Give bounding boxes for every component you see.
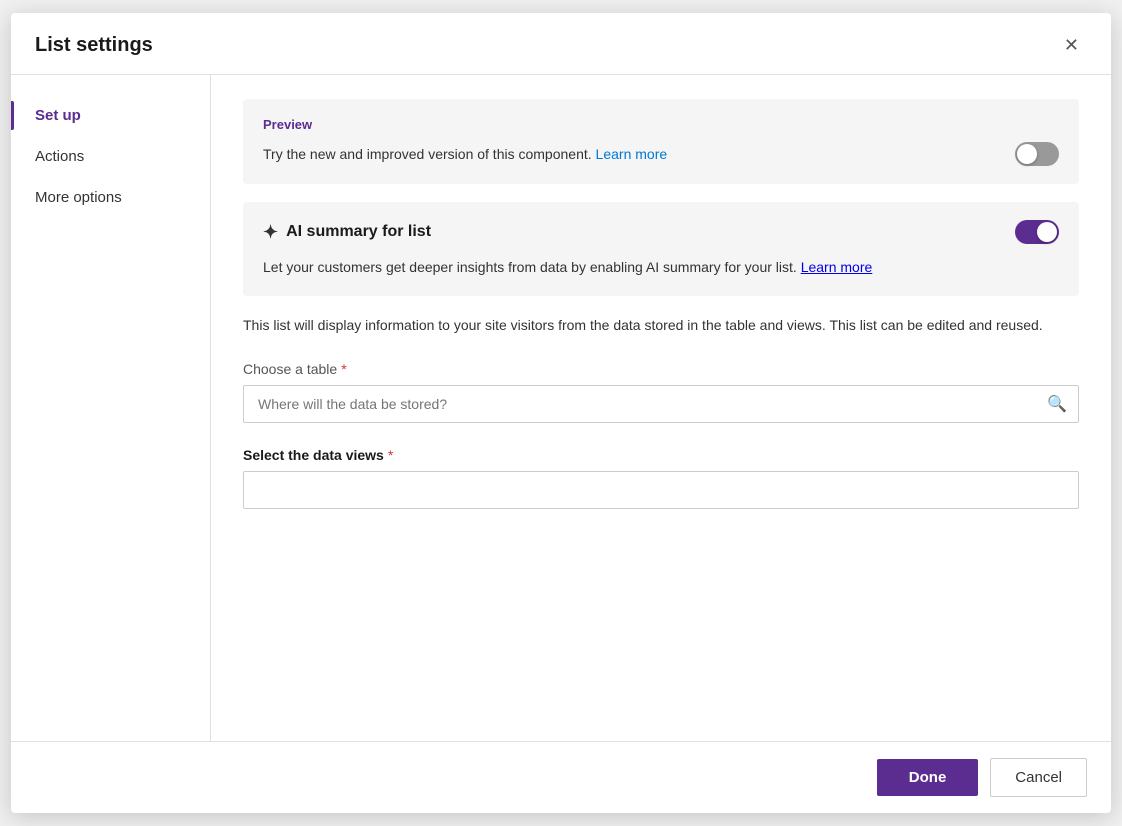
choose-table-input[interactable] [243,385,1079,423]
ai-card-body: Let your customers get deeper insights f… [263,256,1059,278]
ai-learn-more-link[interactable]: Learn more [801,259,873,275]
main-content: Preview Try the new and improved version… [211,75,1111,741]
preview-card: Preview Try the new and improved version… [243,99,1079,184]
description-text: This list will display information to yo… [243,314,1079,336]
close-button[interactable]: ✕ [1056,31,1087,60]
ai-sparkle-icon: ✦ [263,222,278,243]
ai-toggle[interactable] [1015,220,1059,244]
cancel-button[interactable]: Cancel [990,758,1087,797]
done-button[interactable]: Done [877,759,979,796]
choose-table-input-wrapper: 🔍 [243,385,1079,423]
sidebar-item-more-options[interactable]: More options [11,177,210,218]
sidebar-item-label: Set up [35,107,81,124]
sidebar: Set up Actions More options [11,75,211,741]
preview-learn-more-link[interactable]: Learn more [596,146,668,162]
data-views-input[interactable] [243,471,1079,509]
ai-card-title-text: AI summary for list [286,223,431,241]
ai-toggle-knob [1037,222,1057,242]
list-settings-dialog: List settings ✕ Set up Actions More opti… [11,13,1111,813]
sidebar-item-actions[interactable]: Actions [11,136,210,177]
close-icon: ✕ [1064,35,1079,56]
sidebar-item-label: More options [35,189,122,206]
choose-table-label: Choose a table* [243,361,1079,377]
ai-summary-card: ✦ AI summary for list Let your customers… [243,202,1079,296]
dialog-body: Set up Actions More options Preview Try … [11,75,1111,741]
ai-card-title: ✦ AI summary for list [263,222,431,243]
dialog-header: List settings ✕ [11,13,1111,75]
dialog-title: List settings [35,34,153,57]
dialog-footer: Done Cancel [11,741,1111,813]
data-views-label: Select the data views* [243,447,1079,463]
sidebar-item-setup[interactable]: Set up [11,95,210,136]
sidebar-item-label: Actions [35,148,84,165]
preview-label: Preview [263,117,1059,132]
preview-toggle-slider [1015,142,1059,166]
dialog-overlay: List settings ✕ Set up Actions More opti… [0,0,1122,826]
preview-text: Try the new and improved version of this… [263,144,999,165]
preview-toggle-knob [1017,144,1037,164]
preview-toggle[interactable] [1015,142,1059,166]
preview-card-row: Try the new and improved version of this… [263,142,1059,166]
ai-card-header: ✦ AI summary for list [263,220,1059,244]
ai-toggle-slider [1015,220,1059,244]
